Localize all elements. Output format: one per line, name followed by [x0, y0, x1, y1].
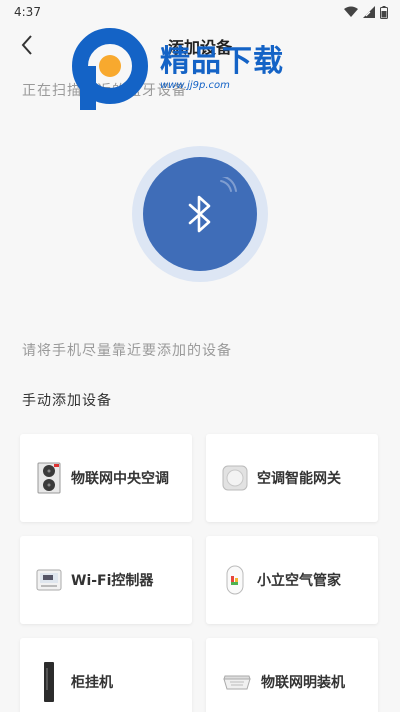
signal-waves-icon — [220, 177, 237, 192]
device-label: 物联网中央空调 — [71, 471, 169, 487]
device-label: 空调智能网关 — [257, 471, 341, 487]
device-label: Wi-Fi控制器 — [71, 573, 154, 589]
device-label: 小立空气管家 — [257, 573, 341, 589]
air-monitor-icon — [222, 563, 248, 597]
device-card-wifi-controller[interactable]: Wi-Fi控制器 — [20, 536, 192, 624]
bluetooth-circle — [143, 157, 257, 271]
device-grid: 物联网中央空调 空调智能网关 Wi-Fi控制器 小立空气管家 柜挂机 物联网明装… — [0, 410, 400, 712]
bluetooth-icon — [188, 195, 211, 233]
ceiling-cassette-icon — [222, 665, 252, 699]
wifi-thermostat-icon — [36, 563, 62, 597]
smart-gateway-icon — [222, 461, 248, 495]
cell-signal-icon — [363, 6, 375, 18]
device-card-tower-ac[interactable]: 柜挂机 — [20, 638, 192, 712]
battery-icon — [380, 5, 388, 19]
device-label: 物联网明装机 — [261, 675, 345, 691]
status-time: 4:37 — [14, 5, 41, 19]
device-label: 柜挂机 — [71, 675, 113, 691]
manual-add-title: 手动添加设备 — [22, 393, 112, 409]
scan-status-text: 正在扫描附近的蓝牙设备 — [22, 83, 187, 99]
page-title: 添加设备 — [167, 38, 232, 57]
proximity-hint: 请将手机尽量靠近要添加的设备 — [22, 343, 232, 359]
tower-ac-icon — [36, 662, 62, 702]
device-card-ceiling-unit[interactable]: 物联网明装机 — [206, 638, 378, 712]
device-card-gateway[interactable]: 空调智能网关 — [206, 434, 378, 522]
scan-ring — [132, 146, 268, 282]
device-card-air-monitor[interactable]: 小立空气管家 — [206, 536, 378, 624]
status-icons — [344, 5, 388, 19]
device-card-hvac[interactable]: 物联网中央空调 — [20, 434, 192, 522]
header: 添加设备 — [0, 24, 400, 66]
status-bar: 4:37 — [0, 0, 400, 24]
bluetooth-scan-indicator — [0, 146, 400, 282]
hvac-outdoor-unit-icon — [36, 461, 62, 495]
wifi-signal-icon — [344, 6, 358, 17]
